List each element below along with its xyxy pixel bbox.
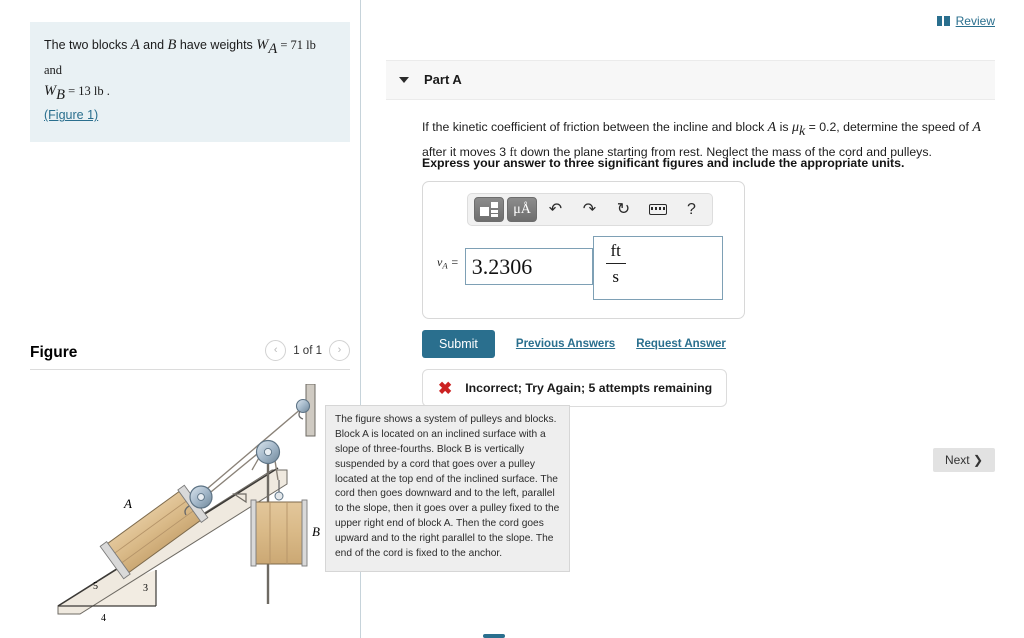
block-a-label: A	[123, 496, 132, 511]
caret-down-icon[interactable]	[399, 77, 409, 83]
bottom-partial-element	[483, 634, 505, 638]
reset-glyph: ↻	[616, 200, 631, 218]
figure-description-tooltip: The figure shows a system of pulleys and…	[325, 405, 570, 572]
part-a-title: Part A	[424, 72, 462, 87]
weight-a-symbol: W	[256, 37, 269, 53]
question-part-2: is	[776, 120, 792, 134]
redo-icon[interactable]: ↷	[574, 197, 605, 222]
question-part-1: If the kinetic coefficient of friction b…	[422, 120, 768, 134]
figure-next-button[interactable]: ›	[329, 340, 350, 361]
undo-icon[interactable]: ↶	[540, 197, 571, 222]
problem-text-weights: have weights	[176, 38, 257, 52]
question-part-3: = 0.2, determine the speed of	[805, 120, 973, 134]
problem-text-line1: The two blocks	[44, 38, 131, 52]
template-glyph	[480, 202, 498, 217]
keyboard-icon[interactable]	[642, 197, 673, 222]
help-icon[interactable]: ?	[676, 197, 707, 222]
part-a-header[interactable]: Part A	[386, 60, 995, 100]
feedback-box: ✖ Incorrect; Try Again; 5 attempts remai…	[422, 369, 727, 407]
answer-input[interactable]	[464, 248, 593, 285]
keyboard-glyph	[648, 204, 667, 215]
chevron-right-icon: ❯	[972, 453, 984, 467]
weight-b-symbol: W	[44, 82, 57, 99]
mu-symbol: μ	[791, 120, 799, 135]
question-variable-a2: A	[972, 120, 981, 135]
left-panel: The two blocks A and B have weights WA =…	[0, 0, 361, 638]
answer-toolbar: μÅ ↶ ↷ ↻ ?	[467, 193, 713, 226]
units-fraction-bar	[605, 262, 626, 264]
figure-pager: ‹ 1 of 1 ›	[265, 340, 350, 361]
instruction-text: Express your answer to three significant…	[422, 156, 905, 170]
weight-b-subscript: B	[56, 86, 65, 103]
answer-row: vA = ft s	[437, 236, 723, 300]
figure-divider	[30, 369, 350, 370]
weight-b-value: = 13 lb .	[64, 83, 110, 98]
book-icon	[936, 16, 950, 26]
figure-section-header: Figure ‹ 1 of 1 ›	[30, 338, 350, 370]
mu-angstrom-glyph: μÅ	[513, 201, 531, 217]
template-icon[interactable]	[474, 197, 504, 222]
units-denominator: s	[612, 266, 620, 286]
units-numerator: ft	[610, 241, 621, 260]
next-label: Next	[944, 453, 970, 467]
units-mu-angstrom-icon[interactable]: μÅ	[507, 197, 537, 222]
problem-statement: The two blocks A and B have weights WA =…	[30, 22, 350, 142]
answer-equals: =	[447, 255, 459, 269]
review-link[interactable]: Review	[936, 14, 995, 28]
feedback-text: Incorrect; Try Again; 5 attempts remaini…	[465, 381, 713, 395]
help-glyph: ?	[687, 200, 696, 218]
submit-row: Submit Previous Answers Request Answer	[422, 330, 726, 358]
weight-a-subscript: A	[268, 41, 278, 58]
question-variable-a: A	[767, 120, 777, 135]
figure-illustration: 5 3 4 A B	[57, 384, 320, 624]
answer-units-field[interactable]: ft s	[592, 236, 723, 300]
incorrect-x-icon: ✖	[438, 378, 453, 398]
answer-entry-box: μÅ ↶ ↷ ↻ ? vA = ft s	[422, 181, 745, 319]
previous-answers-link[interactable]: Previous Answers	[516, 338, 615, 350]
review-label: Review	[955, 14, 995, 28]
next-button[interactable]: Next ❯	[933, 448, 995, 472]
figure-page-label: 1 of 1	[293, 344, 322, 357]
figure-1-link[interactable]: (Figure 1)	[44, 108, 98, 122]
undo-glyph: ↶	[548, 200, 563, 218]
problem-text-and: and	[139, 38, 168, 52]
request-answer-link[interactable]: Request Answer	[636, 338, 726, 350]
reset-icon[interactable]: ↻	[608, 197, 639, 222]
figure-prev-button[interactable]: ‹	[265, 340, 287, 361]
block-b-label: B	[312, 524, 320, 539]
submit-button[interactable]: Submit	[422, 330, 495, 358]
variable-a: A	[130, 37, 140, 53]
redo-glyph: ↷	[582, 200, 597, 218]
slope-label-4: 4	[101, 613, 106, 624]
units-fraction: ft s	[603, 241, 629, 287]
answer-label: vA =	[437, 236, 459, 270]
slope-label-3: 3	[143, 583, 148, 594]
slope-label-5: 5	[93, 581, 98, 592]
